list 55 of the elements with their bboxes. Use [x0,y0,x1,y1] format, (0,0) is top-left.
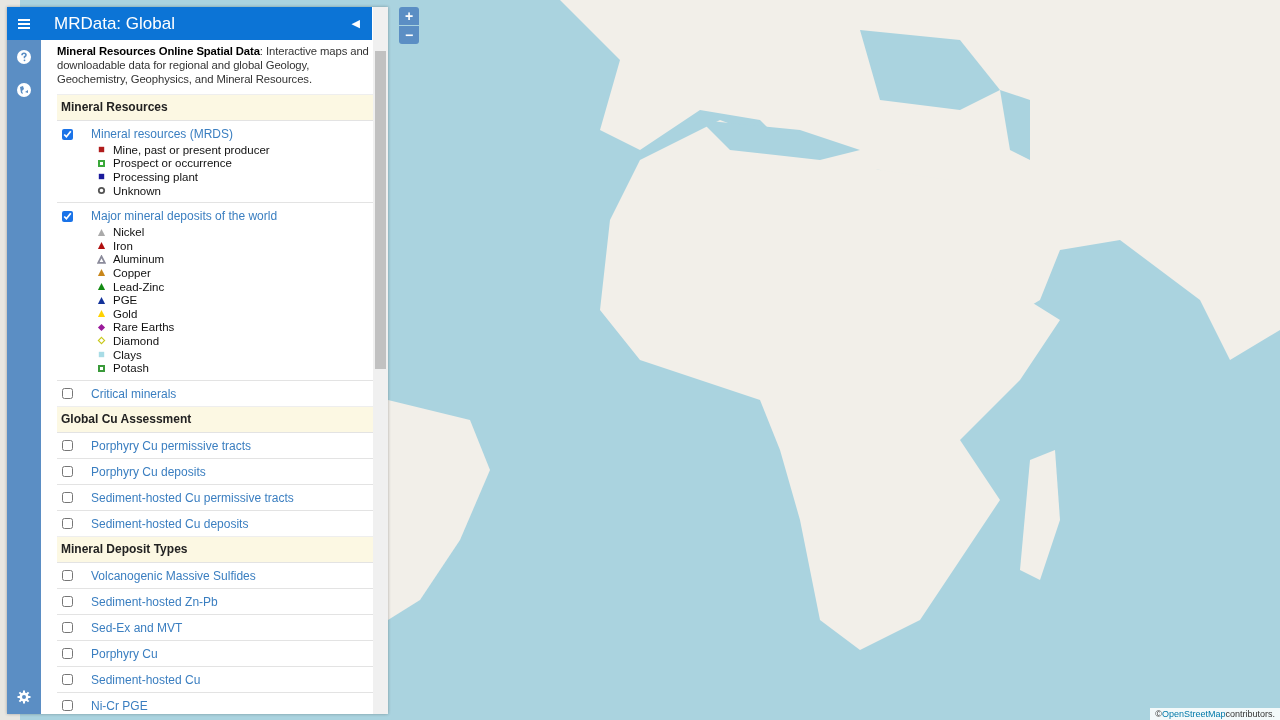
scrollbar[interactable] [373,7,388,714]
layer-checkbox[interactable] [62,570,73,582]
legend-label: Gold [113,307,138,320]
layer-link[interactable]: Sediment-hosted Cu permissive tracts [91,490,294,505]
layer-link[interactable]: Porphyry Cu deposits [91,464,206,479]
attribution: ©OpenStreetMapcontributors. [1150,708,1280,720]
legend-label: Clays [113,348,142,361]
layer-checkbox[interactable] [62,596,73,608]
intro-text: Mineral Resources Online Spatial Data: Interactive maps and downloadable data for regional and global Geology, Geochemistry, Geophysics, and Mineral Resources. [57,44,370,86]
layer-link[interactable]: Sediment-hosted Zn-Pb [91,594,218,609]
legend-label: Diamond [113,334,160,347]
layer-checkbox[interactable] [62,674,73,686]
app-title: MRData: Global [54,13,176,34]
layer-link[interactable]: Mineral resources (MRDS) [91,127,234,141]
layer-link[interactable]: Volcanogenic Massive Sulfides [91,568,256,583]
legend-label: Iron [113,239,133,252]
layer-checkbox[interactable] [62,700,73,712]
layer-checkbox[interactable] [62,466,73,478]
legend-label: PGE [113,294,138,307]
layer-checkbox[interactable] [62,210,73,222]
layer-link[interactable]: Sed-Ex and MVT [91,620,183,635]
layer-checkbox[interactable] [62,388,73,400]
legend-label: Prospect or occurrence [113,157,232,170]
legend-label: Nickel [113,226,145,239]
layer-link[interactable]: Porphyry Cu [91,646,158,661]
legend-label: Aluminum [113,253,165,266]
legend-label: Potash [113,362,149,375]
settings-icon[interactable] [17,690,31,704]
layer-checkbox[interactable] [62,648,73,660]
zoom-button[interactable]: − [399,26,419,44]
layer-checkbox[interactable] [62,128,73,140]
layer-checkbox[interactable] [62,518,73,530]
legend-label: Processing plant [113,171,199,183]
layer-link[interactable]: Critical minerals [91,386,177,401]
layer-checkbox[interactable] [62,622,73,634]
help-icon[interactable] [17,50,31,64]
layer-checkbox[interactable] [62,440,73,452]
layer-link[interactable]: Ni-Cr PGE [91,698,148,713]
layer-link[interactable]: Sediment-hosted Cu [91,672,201,687]
section-heading: Mineral Deposit Types [57,535,373,562]
globe-icon[interactable] [17,83,31,97]
legend-label: Mine, past or present producer [113,143,270,156]
legend-label: Lead-Zinc [113,280,165,293]
legend-label: Rare Earths [113,321,175,334]
layer-link[interactable]: Porphyry Cu permissive tracts [91,438,252,453]
zoom-button[interactable]: + [399,7,419,25]
menu-icon[interactable] [18,18,30,29]
section-heading: Global Cu Assessment [57,405,373,432]
collapse-button[interactable]: ◀ [351,17,360,30]
layer-link[interactable]: Sediment-hosted Cu deposits [91,516,249,531]
layer-link[interactable]: Major mineral deposits of the world [91,209,278,224]
layer-checkbox[interactable] [62,492,73,504]
legend-label: Copper [113,266,151,279]
section-heading: Mineral Resources [57,94,373,120]
legend-label: Unknown [113,184,161,197]
